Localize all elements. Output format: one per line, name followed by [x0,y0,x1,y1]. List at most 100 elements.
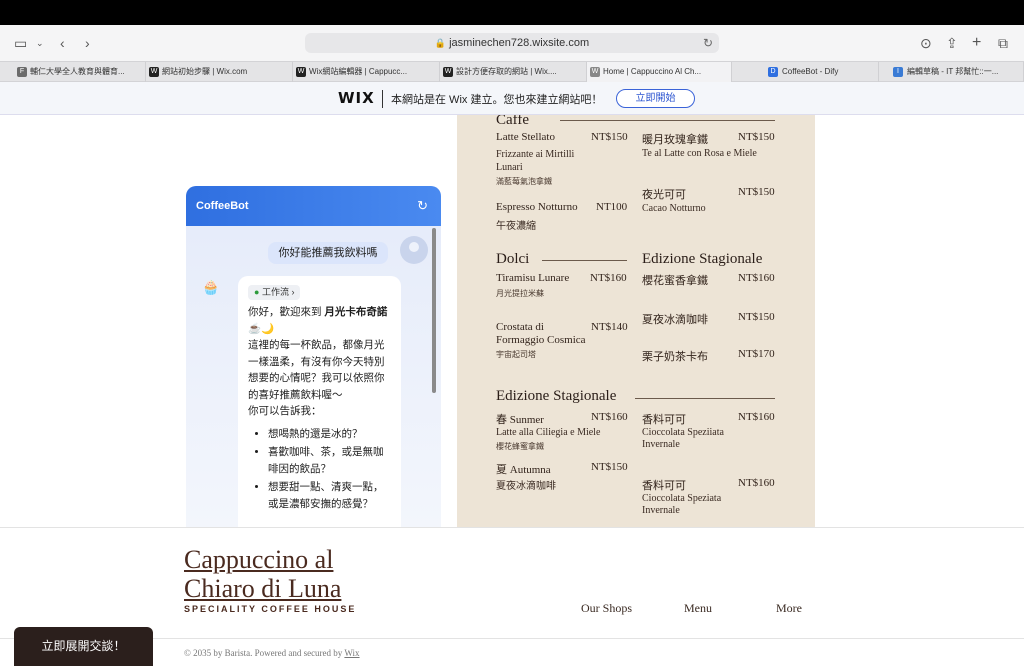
tab-label: Home | Cappuccino Al Ch... [603,67,702,76]
favicon: I [893,67,903,77]
bot-message: ● 工作流 › 你好，歡迎來到 月光卡布奇諾 ☕🌙 這裡的每一杯飲品，都像月光一… [238,276,401,527]
download-icon[interactable]: ⊙ [920,25,932,61]
bot-options: 想喝熱的還是冰的？ 喜歡咖啡、茶，或是無咖啡因的飲品？ 想要甜一點、清爽一點，或… [268,426,393,513]
system-menu-bar [0,0,1024,25]
menu-item-zh: 午夜濃縮 [496,221,536,232]
back-icon[interactable]: ‹ [60,25,65,61]
menu-item-price: NT$170 [738,348,775,360]
nav-more[interactable]: More [776,601,802,616]
tab-label: Wix網站編輯器 | Cappucc... [309,67,408,76]
reload-icon[interactable]: ↻ [703,33,713,53]
menu-item-name: Crostata di Formaggio Cosmica [496,321,586,346]
menu-item-price: NT$160 [591,411,628,423]
address-bar[interactable]: 🔒 jasminechen728.wixsite.com ↻ [305,33,719,53]
menu-item-name: Latte Stellato [496,131,555,143]
menu-item-name: 夏夜冰滴咖啡 [642,314,708,326]
bot-text: 這裡的每一杯飲品，都像月光一樣溫柔，有沒有你今天特別想要的心情呢？我可以依照你的… [248,339,385,401]
bot-intro-bold: 月光卡布奇諾 [324,306,388,318]
chatbot-window: CoffeeBot ↻ 你好能推薦我飲料嗎 🧁 ● 工作流 › 你好，歡迎來到 … [186,186,441,527]
menu-item-name: 香料可可 [642,414,686,426]
menu-item-price: NT$150 [738,131,775,143]
start-now-button[interactable]: 立即開始 [616,89,695,108]
tab-label: 輔仁大學全人教育與體育... [30,67,125,76]
bot-intro: 你好，歡迎來到 月光卡布奇諾 ☕🌙 [248,304,393,337]
menu-section-title: Caffe [496,115,530,128]
menu-item-name: Espresso Notturno [496,201,578,213]
tab-label: 設計方便存取的網站 | Wix.... [456,67,557,76]
menu-image: Caffe Latte Stellato NT$150 Frizzante ai… [457,115,815,527]
chatbot-title: CoffeeBot [196,200,249,212]
menu-item-name: Tiramisu Lunare [496,272,570,284]
brand-line-1: Cappuccino al [184,545,334,574]
check-icon: ● [254,287,260,297]
menu-item-name: 栗子奶茶卡布 [642,351,708,363]
refresh-icon[interactable]: ↻ [417,186,428,226]
tab-1[interactable]: F 輔仁大學全人教育與體育... [14,62,146,82]
lock-icon: 🔒 [434,38,447,48]
tab-4[interactable]: W 設計方便存取的網站 | Wix.... [440,62,587,82]
tab-label: 編輯草稿 - IT 邦幫忙::一... [907,67,999,76]
menu-section-title: Edizione Stagionale [642,251,763,267]
tab-2[interactable]: W 網站初始步驟 | Wix.com [146,62,293,82]
tab-7[interactable]: I 編輯草稿 - IT 邦幫忙::一... [879,62,1024,82]
menu-item-price: NT100 [596,201,628,213]
favicon: W [296,67,306,77]
copyright: © 2035 by Barista. Powered and secured b… [184,648,360,658]
brand-line-2: Chiaro di Luna [184,574,342,603]
divider [542,260,627,261]
menu-item-name: 夏 Autumna [496,464,551,476]
menu-section-title: Dolci [496,251,530,267]
nav-our-shops[interactable]: Our Shops [581,601,632,616]
user-message: 你好能推薦我飲料嗎 [268,242,388,264]
menu-section-title: Edizione Stagionale [496,388,617,404]
divider [0,527,1024,528]
menu-item-desc: 夏夜冰滴咖啡 [496,481,556,492]
tab-5-active[interactable]: W Home | Cappuccino Al Ch... [587,62,732,82]
menu-item-name: 夜光可可 [642,189,686,201]
wix-banner-text: 本網站是在 Wix 建立。您也來建立網站吧！ [391,94,603,106]
tab-6[interactable]: D CoffeeBot - Dify [732,62,879,82]
menu-item-name: 暖月玫瑰拿鐵 [642,134,708,146]
site-brand[interactable]: Cappuccino al Chiaro di Luna [184,545,341,603]
menu-item-zh: 月光提拉米蘇 [496,289,544,298]
nav-menu[interactable]: Menu [684,601,712,616]
menu-item-price: NT$150 [591,461,628,473]
menu-item-desc: Te al Latte con Rosa e Miele [642,148,757,159]
tab-label: 網站初始步驟 | Wix.com [162,67,248,76]
list-item: 想喝熱的還是冰的？ [268,426,393,443]
chatbot-header: CoffeeBot ↻ [186,186,441,226]
menu-item-desc: Latte alla Ciliegia e Miele [496,427,601,438]
list-item: 喜歡咖啡、茶，或是無咖啡因的飲品？ [268,444,393,477]
site-tagline: SPECIALITY COFFEE HOUSE [184,604,357,614]
menu-item-desc: Cioccolata Speziata Invernale [642,493,722,516]
tab-overview-icon[interactable]: ⧉ [998,25,1008,61]
new-tab-icon[interactable]: + [972,25,981,61]
url-text: jasminechen728.wixsite.com [449,37,590,49]
chevron-down-icon[interactable]: ⌄ [36,25,44,61]
share-icon[interactable]: ⇪ [946,25,958,61]
favicon: F [17,67,27,77]
coffee-moon-icon: ☕🌙 [248,322,275,335]
menu-item-name: 春 Sunmer [496,414,544,426]
menu-item-price: NT$160 [738,477,775,489]
forward-icon[interactable]: › [85,25,90,61]
chat-messages: 你好能推薦我飲料嗎 🧁 ● 工作流 › 你好，歡迎來到 月光卡布奇諾 ☕🌙 這裡… [186,226,441,527]
divider [560,120,775,121]
wix-link[interactable]: Wix [344,648,359,658]
favicon: D [768,67,778,77]
chat-scrollbar[interactable] [432,228,436,393]
menu-item-price: NT$160 [738,272,775,284]
menu-item-price: NT$160 [590,272,627,284]
tab-3[interactable]: W Wix網站編輯器 | Cappucc... [293,62,440,82]
bot-prompt: 你可以告訴我： [248,405,322,417]
menu-item-price: NT$160 [738,411,775,423]
workflow-chip[interactable]: ● 工作流 › [248,285,301,300]
list-item: 想要甜一點、清爽一點，或是濃郁安撫的感覺？ [268,479,393,512]
menu-item-price: NT$150 [591,131,628,143]
wix-banner: WIX 本網站是在 Wix 建立。您也來建立網站吧！ 立即開始 [0,82,1024,115]
open-chat-button[interactable]: 立即展開交談！ [14,627,153,666]
tab-label: CoffeeBot - Dify [782,67,839,76]
favicon: W [443,67,453,77]
sidebar-icon[interactable]: ▭ [14,25,27,61]
favicon: W [590,67,600,77]
